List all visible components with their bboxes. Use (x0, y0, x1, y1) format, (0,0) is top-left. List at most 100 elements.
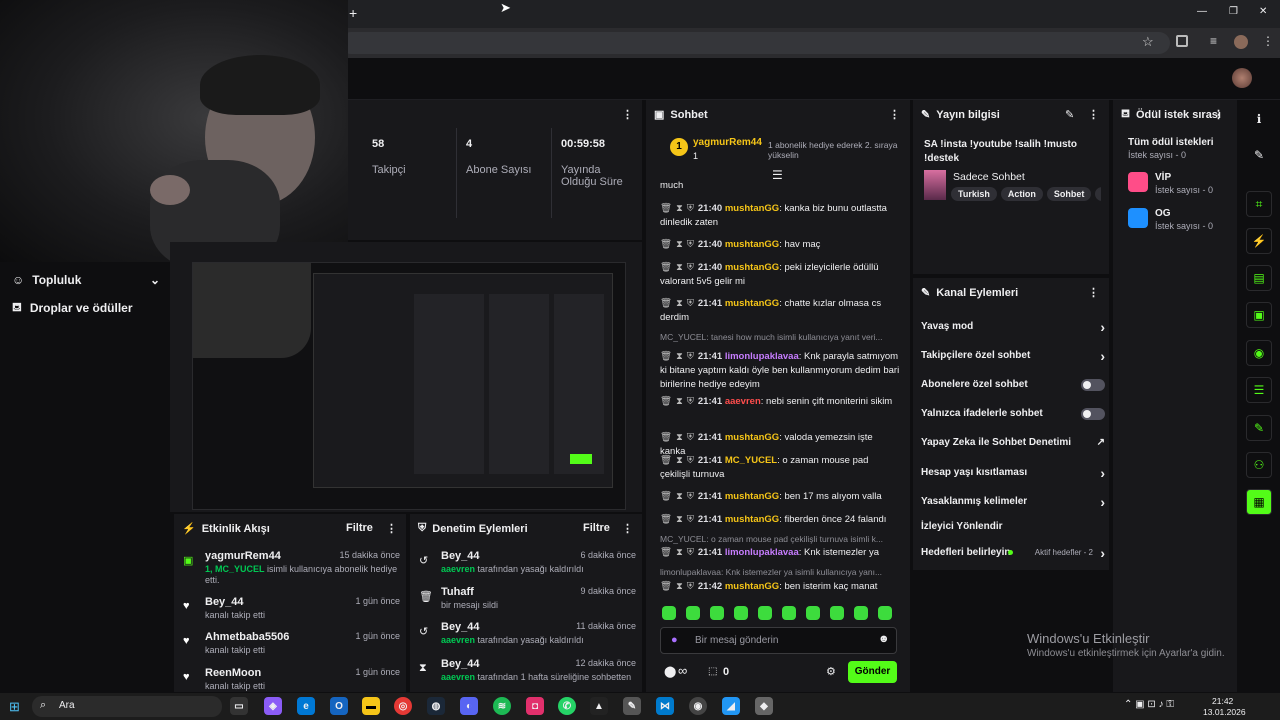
stream-tag[interactable]: Turkish (951, 187, 997, 201)
moderation-item[interactable]: ⧗ Bey_44 12 dakika önce aaevren tarafından … (419, 658, 636, 683)
timeout-icon[interactable]: ⧗ (676, 514, 683, 525)
maximize-button[interactable]: ❐ (1229, 6, 1238, 17)
app-icon[interactable]: ▲ (590, 697, 608, 715)
emoji-icon[interactable]: ☻ (878, 633, 890, 645)
delete-icon[interactable]: 🗑 (660, 491, 672, 502)
timeout-icon[interactable]: ⧗ (676, 547, 683, 558)
emote-icon[interactable] (878, 606, 892, 620)
chat-message[interactable]: 🗑 ⧗ ⛨ 21:41 limonlupaklavaa: Knk parayla sa… (660, 350, 900, 392)
chat-username[interactable]: mushtanGG (725, 203, 779, 214)
emote-icon[interactable] (806, 606, 820, 620)
chat-message[interactable]: 🗑 ⧗ ⛨ 21:41 mushtanGG: chatte kızlar olmasa… (660, 297, 900, 325)
chat-message[interactable]: 🗑 ⧗ ⛨ 21:41 MC_YUCEL: o zaman mouse pad çek… (660, 454, 900, 482)
timeout-icon[interactable]: ⧗ (676, 351, 683, 362)
layout-icon[interactable]: ☰ (1246, 377, 1272, 403)
activity-highlight[interactable]: 1, MC_YUCEL (205, 564, 265, 574)
moderation-menu-icon[interactable]: ⋮ (622, 522, 633, 535)
browser-menu-icon[interactable]: ⋮ (1262, 34, 1274, 48)
copilot-icon[interactable]: ◈ (264, 697, 282, 715)
toggle-switch[interactable] (1081, 408, 1105, 420)
channel-action-item[interactable]: Yapay Zeka ile Sohbet Denetimi ↗ (921, 437, 1105, 448)
shield-icon[interactable]: ⛨ (687, 514, 694, 525)
channel-action-item[interactable]: Yavaş mod › (921, 319, 1105, 335)
timeout-icon[interactable]: ⧗ (676, 298, 683, 309)
info-icon[interactable]: ℹ (1246, 106, 1272, 132)
chat-input-box[interactable]: ● Bir mesaj gönderin ☻ (660, 627, 897, 654)
channel-action-item[interactable]: İzleyici Yönlendir (921, 521, 1105, 532)
shield-icon[interactable]: ⛨ (687, 298, 694, 309)
chat-message[interactable]: 🗑 ⧗ ⛨ 21:41 mushtanGG: fiberden önce 24 fal… (660, 513, 900, 527)
shield-icon[interactable]: ⛨ (687, 239, 694, 250)
chat-message[interactable]: 🗑 ⧗ ⛨ 21:40 mushtanGG: kanka biz bunu outla… (660, 202, 900, 230)
chat-settings-icon[interactable]: ⚙ (826, 665, 836, 678)
stream-preview-video[interactable] (192, 262, 626, 510)
chat-username[interactable]: mushtanGG (725, 239, 779, 250)
shield-icon[interactable]: ⛨ (687, 203, 694, 214)
emote-icon[interactable] (662, 606, 676, 620)
chat-reply-context[interactable]: limonlupaklavaa: Knk istemezler ya isiml… (660, 567, 900, 577)
reward-menu-icon[interactable]: ⋮ (1213, 108, 1224, 121)
community-nav-item[interactable]: ☺ Topluluk ⌄ (12, 273, 160, 287)
send-button[interactable]: Gönder (848, 661, 897, 683)
activity-item[interactable]: ♥ Ahmetbaba5506 1 gün önce kanalı takip ett… (183, 631, 400, 656)
reward-name[interactable]: VİP (1155, 172, 1171, 183)
emote-icon[interactable] (830, 606, 844, 620)
gift-box-icon[interactable]: ⬚ (708, 666, 717, 677)
task-view-icon[interactable]: ▭ (230, 697, 248, 715)
moderation-filter-button[interactable]: Filtre (583, 522, 610, 534)
steam-icon[interactable]: ◍ (427, 697, 445, 715)
timeout-icon[interactable]: ⧗ (676, 262, 683, 273)
shield-icon[interactable]: ⛨ (687, 547, 694, 558)
notepad-icon[interactable]: ✎ (623, 697, 641, 715)
new-tab-button[interactable]: + (349, 5, 357, 21)
minimize-button[interactable]: — (1197, 6, 1207, 17)
stats-menu-icon[interactable]: ⋮ (622, 108, 633, 121)
timeout-icon[interactable]: ⧗ (676, 455, 683, 466)
tray-icons[interactable]: ⌃ ▣ ⊡ ♪ ⚿ (1124, 699, 1174, 710)
all-requests-title[interactable]: Tüm ödül istekleri (1128, 137, 1214, 148)
moderation-actor[interactable]: aaevren (441, 672, 475, 682)
delete-icon[interactable]: 🗑 (660, 351, 672, 362)
chat-username[interactable]: mushtanGG (725, 581, 779, 592)
shield-icon[interactable]: ⛨ (687, 262, 694, 273)
channel-action-item[interactable]: Yalnızca ifadelerle sohbet (921, 408, 1105, 420)
timeout-icon[interactable]: ⧗ (676, 432, 683, 443)
wrench-icon[interactable]: ✎ (1246, 415, 1272, 441)
moderation-actor[interactable]: aaevren (441, 564, 475, 574)
delete-icon[interactable]: 🗑 (660, 432, 672, 443)
delete-icon[interactable]: 🗑 (660, 298, 672, 309)
timeout-icon[interactable]: ⧗ (676, 396, 683, 407)
app2-icon[interactable]: ◢ (722, 697, 740, 715)
chat-username[interactable]: limonlupaklavaa (725, 547, 799, 558)
emote-icon[interactable] (782, 606, 796, 620)
chat-username[interactable]: mushtanGG (725, 262, 779, 273)
outlook-icon[interactable]: O (330, 697, 348, 715)
stream-tag[interactable]: Tür (1095, 187, 1101, 201)
broadcast-icon[interactable]: ◉ (1246, 340, 1272, 366)
instagram-icon[interactable]: ◘ (526, 697, 544, 715)
emote-icon[interactable] (758, 606, 772, 620)
drops-nav-item[interactable]: ⛾ Droplar ve ödüller (12, 300, 133, 316)
chat-message[interactable]: 🗑 ⧗ ⛨ 21:42 mushtanGG: ben isterim kaç mana… (660, 580, 900, 594)
chat-menu-icon[interactable]: ⋮ (889, 108, 900, 121)
chat-message[interactable]: 🗑 ⧗ ⛨ 21:40 mushtanGG: hav maç (660, 238, 900, 252)
delete-icon[interactable]: 🗑 (660, 514, 672, 525)
channel-actions-menu-icon[interactable]: ⋮ (1088, 286, 1099, 299)
chat-username[interactable]: mushtanGG (725, 432, 779, 443)
channel-action-item[interactable]: Hedefleri belirleyin Aktif hedefler - 2 › (921, 545, 1105, 561)
emote-icon[interactable] (686, 606, 700, 620)
edit-icon[interactable]: ✎ (1065, 108, 1074, 121)
shield-icon[interactable]: ⛨ (687, 351, 694, 362)
profile-avatar-icon[interactable] (1234, 35, 1248, 49)
chat-username[interactable]: mushtanGG (725, 298, 779, 309)
timeout-icon[interactable]: ⧗ (676, 239, 683, 250)
stream-tag[interactable]: Action (1000, 187, 1043, 201)
timeout-icon[interactable]: ⧗ (676, 581, 683, 592)
channel-action-item[interactable]: Abonelere özel sohbet (921, 379, 1105, 391)
chrome-icon[interactable]: ◎ (394, 697, 412, 715)
delete-icon[interactable]: 🗑 (660, 396, 672, 407)
extensions-icon[interactable] (1176, 35, 1188, 47)
obs-icon[interactable]: ◉ (689, 697, 707, 715)
app3-icon[interactable]: ◆ (755, 697, 773, 715)
shield-icon[interactable]: ⛨ (687, 455, 694, 466)
